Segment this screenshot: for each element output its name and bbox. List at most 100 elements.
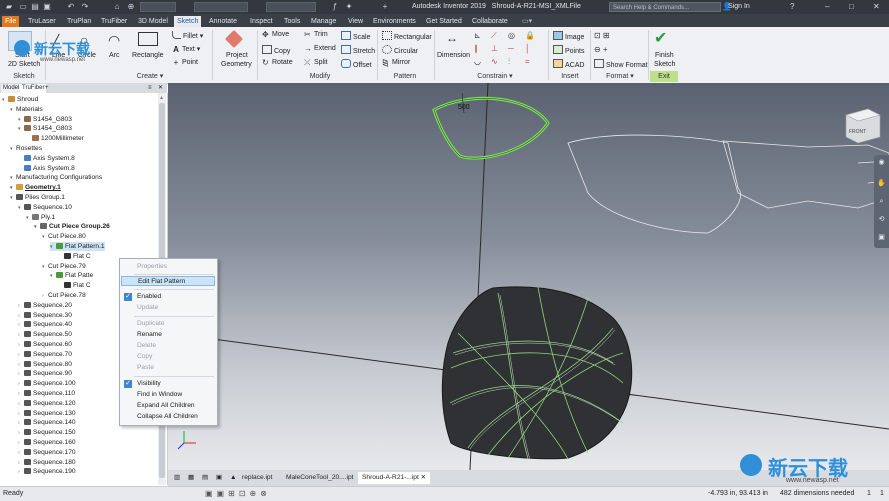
- orbit-icon[interactable]: ⟲: [877, 215, 886, 224]
- smooth-constraint-icon[interactable]: ∿: [491, 57, 498, 66]
- tree-node[interactable]: ▾ Shroud: [2, 95, 38, 104]
- fx-icon[interactable]: ƒ: [330, 2, 340, 11]
- browser-close-icon[interactable]: ✕: [156, 84, 165, 93]
- tangent-constraint-icon[interactable]: ◡: [474, 57, 481, 66]
- sketch-profile-leaf[interactable]: [432, 96, 550, 160]
- split-button[interactable]: ⤫ Split: [304, 59, 328, 67]
- acad-button[interactable]: ACAD: [553, 59, 584, 69]
- appearance-dropdown[interactable]: [266, 2, 316, 12]
- horizontal-constraint-icon[interactable]: ─: [508, 44, 514, 53]
- tree-node[interactable]: › Sequence.30: [18, 311, 72, 320]
- home-icon[interactable]: ⌂: [112, 2, 122, 11]
- tab-collaborate[interactable]: Collaborate: [469, 16, 511, 27]
- viewcube[interactable]: FRONT: [845, 108, 881, 144]
- tree-node[interactable]: › Sequence.160: [18, 438, 76, 447]
- text-button[interactable]: A Text ▾: [172, 45, 200, 54]
- tree-node[interactable]: ▾ Manufacturing Configurations: [10, 173, 102, 182]
- menu-item-enabled[interactable]: ✓ Enabled: [121, 292, 215, 302]
- tab-model[interactable]: Model: [1, 84, 22, 93]
- extend-button[interactable]: → Extend: [304, 45, 336, 53]
- tab-trulaser[interactable]: TruLaser: [25, 16, 59, 27]
- tree-node[interactable]: › Sequence.100: [18, 379, 76, 388]
- menu-item-visibility[interactable]: ✓ Visibility: [121, 379, 215, 389]
- fix-constraint-icon[interactable]: 🔒: [525, 31, 535, 40]
- parallel-constraint-icon[interactable]: ∥: [474, 44, 478, 53]
- rotate-button[interactable]: ↻ Rotate: [262, 59, 293, 67]
- new-icon[interactable]: ▭: [18, 2, 28, 11]
- rectangle-button[interactable]: Rectangle: [132, 52, 164, 59]
- redo-icon[interactable]: ↷: [80, 2, 90, 11]
- tab-3d-model[interactable]: 3D Model: [135, 16, 171, 27]
- look-at-icon[interactable]: ▣: [877, 233, 886, 242]
- copy-button[interactable]: Copy: [262, 45, 290, 55]
- add-tab-button[interactable]: +: [43, 84, 51, 93]
- flat-pattern-outline-2[interactable]: [722, 140, 889, 209]
- image-button[interactable]: Image: [553, 31, 584, 41]
- tree-node[interactable]: › Sequence.80: [18, 360, 72, 369]
- material-dropdown[interactable]: [194, 2, 248, 12]
- tab-trufiber[interactable]: TruFiber: [98, 16, 130, 27]
- menu-item-duplicate[interactable]: Duplicate: [121, 319, 215, 329]
- finish-sketch-icon[interactable]: ✔: [654, 28, 667, 48]
- finish-sketch-button[interactable]: Finish: [655, 52, 674, 59]
- menu-item-collapse-all[interactable]: Collapse All Children: [121, 412, 215, 422]
- open-icon[interactable]: ▤: [30, 2, 40, 11]
- point-button[interactable]: + Point: [172, 59, 198, 67]
- tab-annotate[interactable]: Annotate: [206, 16, 240, 27]
- menu-item-properties[interactable]: Properties: [121, 262, 215, 272]
- tab-view[interactable]: View: [345, 16, 366, 27]
- construction-icon[interactable]: ⊡ ⊞: [594, 31, 610, 40]
- tree-node[interactable]: › Sequence.110: [18, 389, 75, 398]
- viewport-canvas[interactable]: 500 FRONT: [168, 83, 889, 470]
- tree-node[interactable]: › Sequence.190: [18, 467, 76, 476]
- status-tool-icons[interactable]: ▣▣⊞⊡⊕⊗: [205, 489, 271, 498]
- shroud-part[interactable]: [441, 286, 633, 460]
- cascade-icon[interactable]: ▤: [198, 472, 212, 484]
- steering-wheel-icon[interactable]: ◉: [877, 158, 886, 167]
- tab-truplan[interactable]: TruPlan: [64, 16, 94, 27]
- tab-inspect[interactable]: Inspect: [247, 16, 276, 27]
- rectangle-icon[interactable]: [138, 32, 158, 46]
- tree-node[interactable]: › Sequence.90: [18, 369, 72, 378]
- menu-item-delete[interactable]: Delete: [121, 341, 215, 351]
- tree-node[interactable]: ▾ Rosettes: [10, 144, 42, 153]
- menu-item-copy[interactable]: Copy: [121, 352, 215, 362]
- tab-tools[interactable]: Tools: [281, 16, 303, 27]
- trim-button[interactable]: ✂ Trim: [304, 31, 328, 39]
- rectangular-pattern-button[interactable]: Rectangular: [382, 31, 432, 41]
- tree-node[interactable]: ▾ Cut Piece.80: [42, 232, 86, 241]
- tree-node[interactable]: Flat C: [58, 281, 91, 290]
- tree-node[interactable]: › Sequence.120: [18, 399, 76, 408]
- pan-icon[interactable]: ✋: [877, 179, 886, 188]
- tree-node[interactable]: ▾ Cut Piece Group.26: [34, 222, 110, 231]
- menu-item-paste[interactable]: Paste: [121, 363, 215, 373]
- tab-environments[interactable]: Environments: [370, 16, 419, 27]
- finish-sketch-button-line2[interactable]: Sketch: [654, 61, 675, 68]
- tree-node[interactable]: ▾ Plies Group.1: [10, 193, 65, 202]
- move-button[interactable]: ✥ Move: [262, 31, 289, 39]
- tile-horizontal-icon[interactable]: ▥: [170, 472, 184, 484]
- tree-node[interactable]: ▾ Flat Pattern.1: [50, 242, 105, 251]
- doc-tab-maleconetool[interactable]: MaleConeTool_20....ipt: [282, 472, 357, 484]
- tree-node[interactable]: ▾ Geometry.1: [10, 183, 61, 192]
- tree-node[interactable]: › Sequence.50: [18, 330, 72, 339]
- close-button[interactable]: ✕: [873, 2, 880, 12]
- dimension-value[interactable]: 500: [458, 104, 470, 111]
- undo-icon[interactable]: ↶: [66, 2, 76, 11]
- scroll-up-icon[interactable]: ▲: [159, 95, 165, 101]
- tree-node[interactable]: ▾ S1454_G803: [18, 124, 72, 133]
- arrange-icon[interactable]: ▣: [212, 472, 226, 484]
- tree-node[interactable]: ▾ Ply.1: [26, 213, 55, 222]
- tree-node[interactable]: › Sequence.150: [18, 428, 76, 437]
- maximize-button[interactable]: □: [849, 2, 854, 12]
- tab-file[interactable]: File: [2, 16, 20, 27]
- dimension-icon[interactable]: ↔: [446, 31, 458, 45]
- symmetric-constraint-icon[interactable]: ⫶: [508, 57, 510, 67]
- tree-node[interactable]: › Sequence.40: [18, 320, 72, 329]
- object-dropdown[interactable]: [140, 2, 176, 12]
- doc-tab-shroud[interactable]: Shroud-A-R21-...ipt ✕: [358, 472, 431, 484]
- tree-node[interactable]: › Sequence.70: [18, 350, 72, 359]
- show-format-button[interactable]: Show Format: [594, 59, 648, 69]
- tree-node[interactable]: › Sequence.130: [18, 409, 76, 418]
- help-button[interactable]: ?: [790, 2, 794, 12]
